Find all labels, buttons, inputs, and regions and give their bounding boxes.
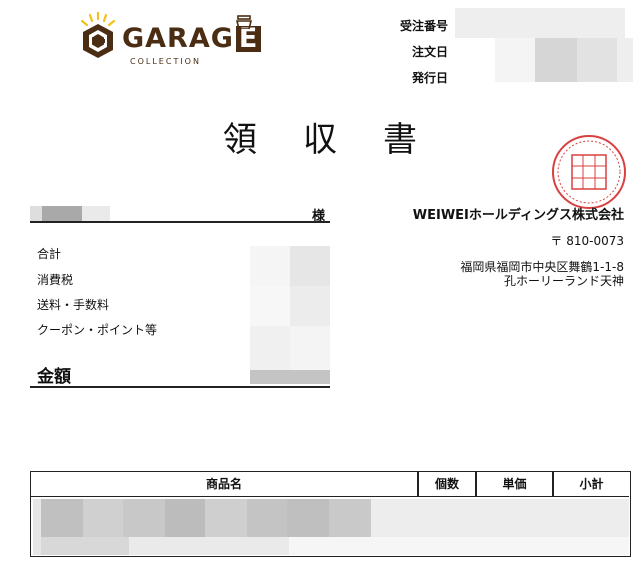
shipping-label: 送料・手数料	[37, 298, 110, 312]
total-amount-label: 金額	[37, 367, 71, 387]
logo-subtitle: COLLECTION	[130, 57, 201, 66]
receipt-title: 領収書	[223, 120, 463, 160]
order-date-label: 注文日	[411, 45, 448, 59]
tax-label: 消費税	[37, 273, 74, 287]
company-seal-stamp	[552, 135, 626, 209]
items-table-header: 商品名 個数 単価 小計	[31, 472, 629, 497]
order-number-label: 受注番号	[399, 19, 448, 33]
garage-collection-logo: GARAG E COLLECTION	[78, 12, 278, 66]
company-name: WEIWEIホールディングス株式会社	[412, 208, 624, 223]
subtotal-label: 合計	[37, 247, 62, 261]
logo-wordmark: GARAG E COLLECTION	[122, 15, 278, 66]
logo-hexagon-icon	[80, 12, 116, 58]
company-address-line2: 孔ホーリーランド天神	[503, 274, 624, 288]
coupon-label: クーポン・ポイント等	[37, 323, 158, 337]
company-postal: 〒 810-0073	[550, 234, 624, 248]
column-header-quantity: 個数	[434, 477, 459, 491]
logo-word-end: E	[235, 25, 262, 52]
logo-jar-icon	[235, 15, 253, 29]
total-underline	[30, 386, 330, 388]
logo-word-main: GARAG	[122, 23, 234, 54]
issue-date-label: 発行日	[411, 71, 448, 85]
column-header-product-name: 商品名	[205, 477, 242, 491]
items-table: 商品名 個数 単価 小計	[30, 471, 631, 557]
column-header-subtotal: 小計	[579, 477, 604, 491]
column-header-unit-price: 単価	[502, 477, 527, 491]
customer-underline	[30, 221, 330, 223]
